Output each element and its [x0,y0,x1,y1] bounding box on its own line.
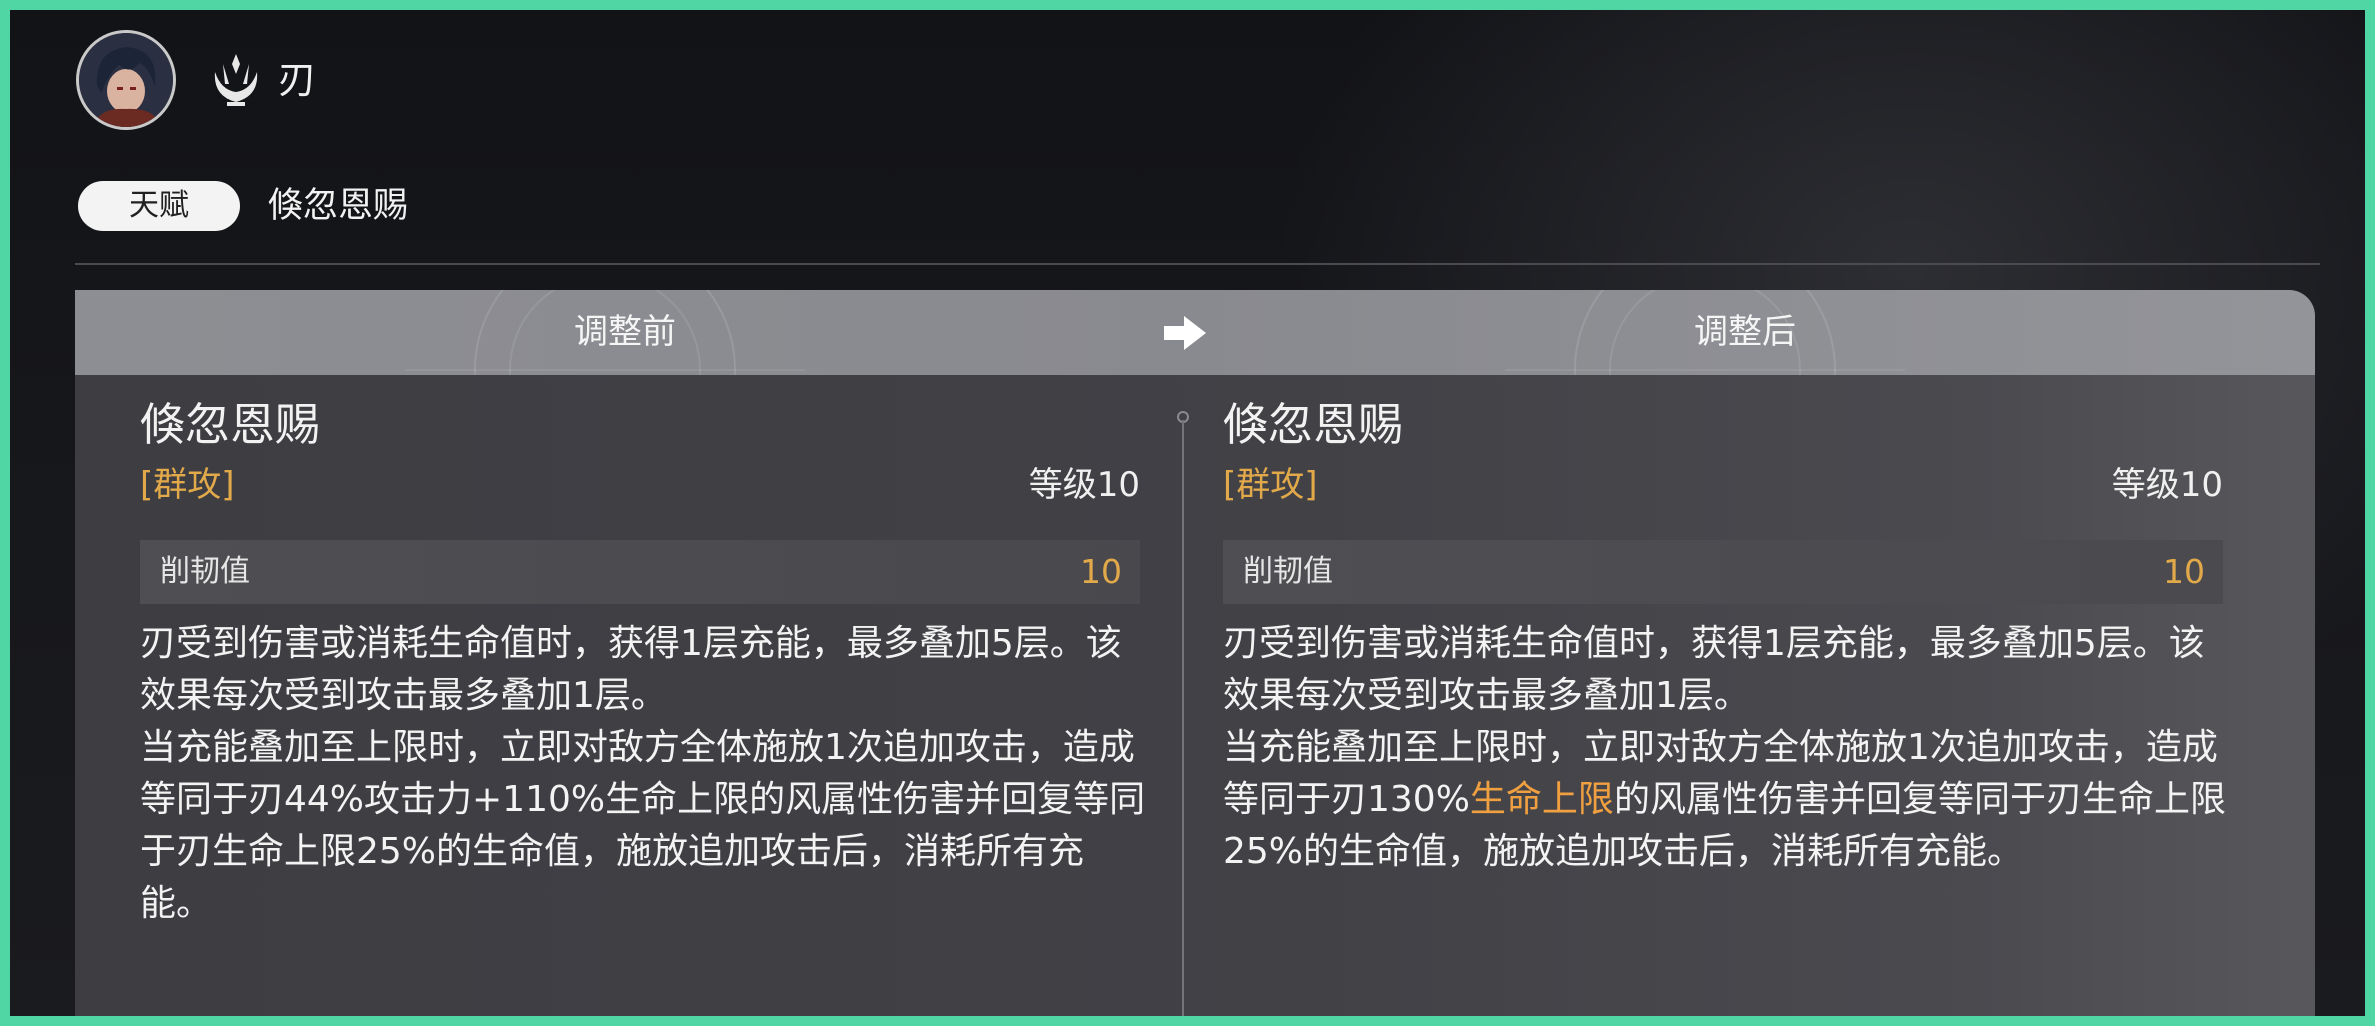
after-toughness-label: 削韧值 [1243,554,1333,589]
comparison-header: 调整前 调整后 [75,290,2315,375]
before-description: 刃受到伤害或消耗生命值时，获得1层充能，最多叠加5层。该效果每次受到攻击最多叠加… [140,618,1150,930]
character-avatar[interactable] [76,30,176,130]
header-divider [75,263,2320,265]
after-desc-line2: 当充能叠加至上限时，立即对敌方全体施放1次追加攻击，造成等同于刃130%生命上限… [1223,722,2233,878]
character-portrait-icon [79,33,173,127]
before-toughness-label: 削韧值 [160,554,250,589]
before-tag: [群攻] [140,465,235,505]
column-divider [1182,420,1184,1016]
after-level: 等级10 [2111,465,2223,505]
before-desc-line1: 刃受到伤害或消耗生命值时，获得1层充能，最多叠加5层。该效果每次受到攻击最多叠加… [140,623,1122,716]
before-toughness-row: 削韧值 10 [140,540,1140,604]
before-desc-line2: 当充能叠加至上限时，立即对敌方全体施放1次追加攻击，造成等同于刃44%攻击力+1… [140,727,1146,924]
after-label: 调整后 [1694,312,1796,352]
character-name: 刃 [278,58,317,102]
comparison-panel: 调整前 调整后 倏忽恩赐 [群攻] 等级10 削韧值 10 刃受到伤害或消耗生命… [75,290,2315,1016]
talent-badge: 天赋 [78,181,240,231]
before-label: 调整前 [574,312,676,352]
after-description: 刃受到伤害或消耗生命值时，获得1层充能，最多叠加5层。该效果每次受到攻击最多叠加… [1223,618,2233,878]
after-desc-highlight: 生命上限 [1469,779,1614,820]
before-title: 倏忽恩赐 [140,398,321,451]
talent-name: 倏忽恩赐 [268,186,409,226]
screen-frame: 刃 天赋 倏忽恩赐 调整前 调整后 倏忽恩赐 [群攻] 等级10 削韧值 10 … [10,10,2365,1016]
destruction-path-icon [214,54,258,106]
after-toughness-row: 削韧值 10 [1223,540,2223,604]
before-level: 等级10 [1028,465,1140,505]
after-toughness-value: 10 [2163,552,2205,591]
after-desc-line1: 刃受到伤害或消耗生命值时，获得1层充能，最多叠加5层。该效果每次受到攻击最多叠加… [1223,623,2205,716]
after-tag: [群攻] [1223,465,1318,505]
before-toughness-value: 10 [1080,552,1122,591]
after-title: 倏忽恩赐 [1223,398,1404,451]
